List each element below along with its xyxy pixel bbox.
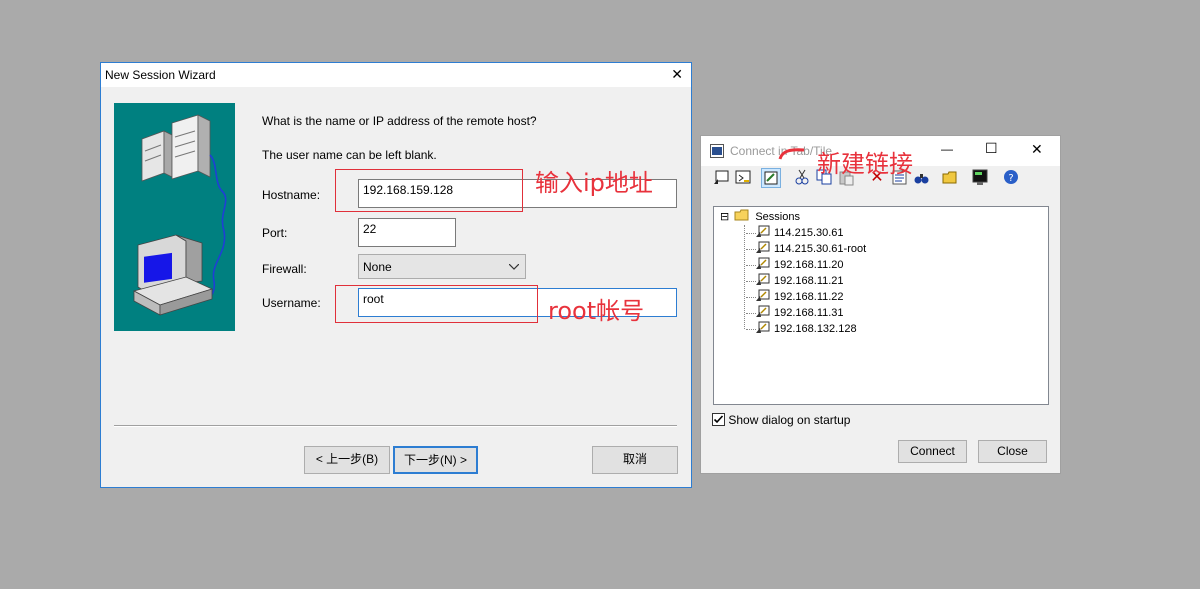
show-dialog-label: Show dialog on startup [728, 413, 851, 427]
session-icon [756, 289, 770, 301]
tree-lines [744, 225, 745, 329]
tree-connector [746, 312, 756, 314]
session-item[interactable]: 192.168.11.20 [746, 257, 844, 273]
tree-root-label: Sessions [755, 211, 800, 223]
svg-text:?: ? [1008, 173, 1013, 184]
session-label: 114.215.30.61 [774, 227, 844, 239]
session-item[interactable]: 114.215.30.61 [746, 225, 844, 241]
close-icon[interactable]: ✕ [671, 66, 683, 83]
session-icon [756, 305, 770, 317]
wizard-illustration [114, 103, 235, 331]
close-button[interactable]: Close [978, 440, 1047, 463]
port-input[interactable]: 22 [358, 218, 456, 247]
session-tree[interactable]: ⊟ Sessions 114.215.30.61 114.215.30.61-ro… [713, 206, 1049, 405]
username-label: Username: [262, 296, 321, 310]
root-annotation: root帐号 [548, 297, 645, 325]
port-label: Port: [262, 226, 288, 240]
help-icon[interactable]: ? [1001, 168, 1021, 188]
tree-connector [746, 248, 756, 250]
cancel-button[interactable]: 取消 [592, 446, 678, 474]
session-label: 192.168.132.128 [774, 323, 857, 335]
session-label: 192.168.11.20 [774, 259, 844, 271]
session-item[interactable]: 192.168.11.31 [746, 305, 844, 321]
tree-connector [746, 232, 756, 234]
next-button[interactable]: 下一步(N) > [393, 446, 478, 474]
session-label: 192.168.11.31 [774, 307, 844, 319]
tree-connector [746, 296, 756, 298]
wizard-separator [114, 425, 677, 427]
tree-connector [746, 264, 756, 266]
session-item[interactable]: 192.168.11.21 [746, 273, 844, 289]
connect-window: Connect in Tab/Tile — ☐ ✕ ✕ ? ⊟ Sessions… [700, 135, 1061, 474]
session-label: 114.215.30.61-root [774, 243, 867, 255]
new-link-annotation: 新建链接 [817, 150, 913, 178]
chevron-down-icon [509, 264, 519, 270]
hostname-label: Hostname: [262, 188, 321, 202]
wizard-titlebar: New Session Wizard ✕ [101, 63, 691, 87]
app-icon [710, 144, 724, 158]
firewall-label: Firewall: [262, 262, 307, 276]
new-folder-icon[interactable] [940, 168, 960, 188]
tree-connector [746, 328, 756, 330]
firewall-select-value: None [363, 260, 392, 274]
new-session-icon[interactable] [761, 168, 781, 188]
terminal-icon[interactable] [970, 168, 990, 188]
session-icon [756, 321, 770, 333]
username-highlight-box [335, 285, 538, 323]
new-session-wizard-window: New Session Wizard ✕ What is the name or… [100, 62, 692, 488]
hostname-highlight-box [335, 169, 523, 212]
tree-root-row[interactable]: ⊟ Sessions [720, 209, 800, 225]
wizard-title: New Session Wizard [105, 68, 216, 82]
session-icon [756, 241, 770, 253]
session-item[interactable]: 192.168.11.22 [746, 289, 844, 305]
ip-annotation: 输入ip地址 [535, 169, 653, 197]
back-button[interactable]: < 上一步(B) [304, 446, 390, 474]
intro-text-2: The user name can be left blank. [262, 148, 437, 162]
folder-icon [734, 209, 749, 221]
connect-button[interactable]: Connect [898, 440, 967, 463]
annotation-arrow [778, 148, 805, 160]
collapse-icon[interactable]: ⊟ [720, 211, 729, 223]
minimize-icon[interactable]: — [941, 142, 953, 156]
connect-in-tab-icon[interactable] [733, 168, 753, 188]
firewall-select[interactable]: None [358, 254, 526, 279]
session-item[interactable]: 114.215.30.61-root [746, 241, 866, 257]
session-icon [756, 273, 770, 285]
intro-text-1: What is the name or IP address of the re… [262, 114, 537, 128]
cut-icon[interactable] [792, 168, 812, 188]
find-icon[interactable] [911, 168, 931, 188]
session-icon [756, 257, 770, 269]
network-computer-icon [132, 114, 227, 316]
tree-connector [746, 280, 756, 282]
session-label: 192.168.11.22 [774, 291, 844, 303]
session-item[interactable]: 192.168.132.128 [746, 321, 857, 337]
show-dialog-checkbox[interactable]: Show dialog on startup [712, 413, 850, 427]
maximize-icon[interactable]: ☐ [985, 140, 998, 157]
checkbox-checked-icon [712, 413, 725, 426]
close-icon[interactable]: ✕ [1031, 141, 1043, 158]
session-icon [756, 225, 770, 237]
quick-connect-icon[interactable] [711, 168, 731, 188]
session-label: 192.168.11.21 [774, 275, 844, 287]
